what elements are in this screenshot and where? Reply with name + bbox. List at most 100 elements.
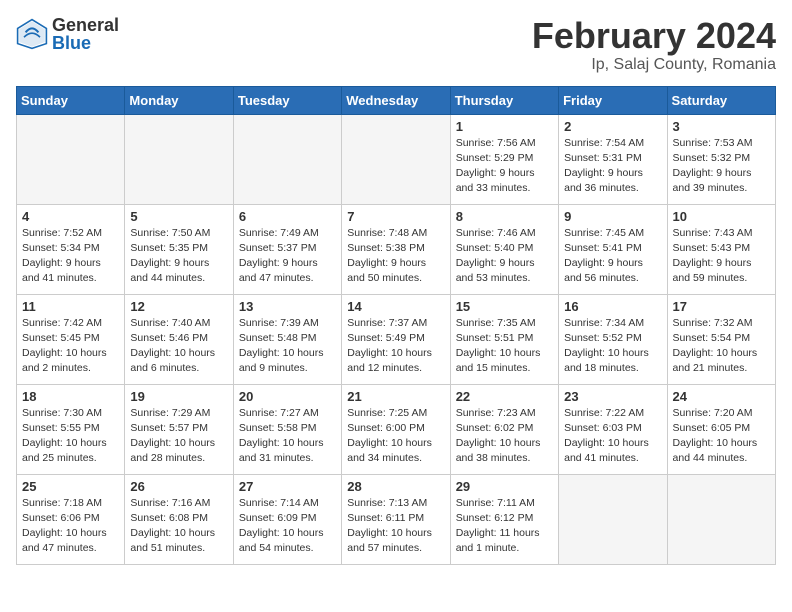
calendar-cell: 2 Sunrise: 7:54 AM Sunset: 5:31 PM Daylig… (559, 114, 667, 204)
day-info: Sunrise: 7:32 AM Sunset: 5:54 PM Dayligh… (673, 316, 770, 377)
day-number: 25 (22, 479, 119, 494)
col-header-tuesday: Tuesday (233, 86, 341, 114)
day-number: 8 (456, 209, 553, 224)
day-number: 6 (239, 209, 336, 224)
calendar-cell (125, 114, 233, 204)
day-info: Sunrise: 7:37 AM Sunset: 5:49 PM Dayligh… (347, 316, 444, 377)
calendar-cell: 19 Sunrise: 7:29 AM Sunset: 5:57 PM Dayli… (125, 384, 233, 474)
day-info: Sunrise: 7:20 AM Sunset: 6:05 PM Dayligh… (673, 406, 770, 467)
calendar-cell: 24 Sunrise: 7:20 AM Sunset: 6:05 PM Dayli… (667, 384, 775, 474)
month-title: February 2024 (532, 16, 776, 56)
calendar-table: SundayMondayTuesdayWednesdayThursdayFrid… (16, 86, 776, 565)
calendar-cell: 27 Sunrise: 7:14 AM Sunset: 6:09 PM Dayli… (233, 474, 341, 564)
calendar-cell: 26 Sunrise: 7:16 AM Sunset: 6:08 PM Dayli… (125, 474, 233, 564)
calendar-cell (17, 114, 125, 204)
calendar-cell: 16 Sunrise: 7:34 AM Sunset: 5:52 PM Dayli… (559, 294, 667, 384)
day-info: Sunrise: 7:14 AM Sunset: 6:09 PM Dayligh… (239, 496, 336, 557)
day-number: 19 (130, 389, 227, 404)
col-header-wednesday: Wednesday (342, 86, 450, 114)
calendar-cell (559, 474, 667, 564)
day-info: Sunrise: 7:34 AM Sunset: 5:52 PM Dayligh… (564, 316, 661, 377)
day-info: Sunrise: 7:56 AM Sunset: 5:29 PM Dayligh… (456, 136, 553, 197)
day-number: 14 (347, 299, 444, 314)
logo-general: General (52, 16, 119, 34)
day-info: Sunrise: 7:29 AM Sunset: 5:57 PM Dayligh… (130, 406, 227, 467)
logo-icon (16, 18, 48, 50)
day-info: Sunrise: 7:27 AM Sunset: 5:58 PM Dayligh… (239, 406, 336, 467)
day-number: 18 (22, 389, 119, 404)
calendar-cell: 29 Sunrise: 7:11 AM Sunset: 6:12 PM Dayli… (450, 474, 558, 564)
day-info: Sunrise: 7:49 AM Sunset: 5:37 PM Dayligh… (239, 226, 336, 287)
day-number: 12 (130, 299, 227, 314)
calendar-cell: 9 Sunrise: 7:45 AM Sunset: 5:41 PM Daylig… (559, 204, 667, 294)
day-info: Sunrise: 7:25 AM Sunset: 6:00 PM Dayligh… (347, 406, 444, 467)
week-row-5: 25 Sunrise: 7:18 AM Sunset: 6:06 PM Dayli… (17, 474, 776, 564)
calendar-cell: 13Sunrise: 7:39 AM Sunset: 5:48 PM Dayli… (233, 294, 341, 384)
calendar-cell: 3 Sunrise: 7:53 AM Sunset: 5:32 PM Daylig… (667, 114, 775, 204)
calendar-cell: 28 Sunrise: 7:13 AM Sunset: 6:11 PM Dayli… (342, 474, 450, 564)
calendar-cell (667, 474, 775, 564)
day-number: 5 (130, 209, 227, 224)
col-header-monday: Monday (125, 86, 233, 114)
calendar-cell: 10 Sunrise: 7:43 AM Sunset: 5:43 PM Dayli… (667, 204, 775, 294)
day-info: Sunrise: 7:11 AM Sunset: 6:12 PM Dayligh… (456, 496, 553, 557)
calendar-cell: 15Sunrise: 7:35 AM Sunset: 5:51 PM Dayli… (450, 294, 558, 384)
day-number: 29 (456, 479, 553, 494)
calendar-cell: 14 Sunrise: 7:37 AM Sunset: 5:49 PM Dayli… (342, 294, 450, 384)
logo: General Blue (16, 16, 119, 52)
calendar-header-row: SundayMondayTuesdayWednesdayThursdayFrid… (17, 86, 776, 114)
day-number: 9 (564, 209, 661, 224)
day-info: Sunrise: 7:30 AM Sunset: 5:55 PM Dayligh… (22, 406, 119, 467)
calendar-cell: 25 Sunrise: 7:18 AM Sunset: 6:06 PM Dayli… (17, 474, 125, 564)
day-number: 1 (456, 119, 553, 134)
week-row-2: 4Sunrise: 7:52 AM Sunset: 5:34 PM Daylig… (17, 204, 776, 294)
calendar-cell: 20 Sunrise: 7:27 AM Sunset: 5:58 PM Dayli… (233, 384, 341, 474)
day-number: 23 (564, 389, 661, 404)
calendar-cell: 12Sunrise: 7:40 AM Sunset: 5:46 PM Dayli… (125, 294, 233, 384)
day-number: 16 (564, 299, 661, 314)
day-info: Sunrise: 7:16 AM Sunset: 6:08 PM Dayligh… (130, 496, 227, 557)
day-info: Sunrise: 7:42 AM Sunset: 5:45 PM Dayligh… (22, 316, 119, 377)
day-number: 10 (673, 209, 770, 224)
day-info: Sunrise: 7:45 AM Sunset: 5:41 PM Dayligh… (564, 226, 661, 287)
week-row-4: 18 Sunrise: 7:30 AM Sunset: 5:55 PM Dayli… (17, 384, 776, 474)
col-header-friday: Friday (559, 86, 667, 114)
day-number: 2 (564, 119, 661, 134)
day-number: 15 (456, 299, 553, 314)
day-info: Sunrise: 7:23 AM Sunset: 6:02 PM Dayligh… (456, 406, 553, 467)
col-header-sunday: Sunday (17, 86, 125, 114)
day-info: Sunrise: 7:43 AM Sunset: 5:43 PM Dayligh… (673, 226, 770, 287)
day-number: 17 (673, 299, 770, 314)
day-number: 21 (347, 389, 444, 404)
calendar-cell: 22 Sunrise: 7:23 AM Sunset: 6:02 PM Dayli… (450, 384, 558, 474)
day-info: Sunrise: 7:18 AM Sunset: 6:06 PM Dayligh… (22, 496, 119, 557)
day-info: Sunrise: 7:53 AM Sunset: 5:32 PM Dayligh… (673, 136, 770, 197)
day-number: 3 (673, 119, 770, 134)
day-number: 7 (347, 209, 444, 224)
logo-blue: Blue (52, 34, 119, 52)
day-number: 27 (239, 479, 336, 494)
day-info: Sunrise: 7:22 AM Sunset: 6:03 PM Dayligh… (564, 406, 661, 467)
calendar-cell: 17 Sunrise: 7:32 AM Sunset: 5:54 PM Dayli… (667, 294, 775, 384)
calendar-cell: 11Sunrise: 7:42 AM Sunset: 5:45 PM Dayli… (17, 294, 125, 384)
calendar-cell (233, 114, 341, 204)
calendar-cell: 23 Sunrise: 7:22 AM Sunset: 6:03 PM Dayli… (559, 384, 667, 474)
day-number: 24 (673, 389, 770, 404)
calendar-cell: 21 Sunrise: 7:25 AM Sunset: 6:00 PM Dayli… (342, 384, 450, 474)
week-row-1: 1 Sunrise: 7:56 AM Sunset: 5:29 PM Daylig… (17, 114, 776, 204)
col-header-saturday: Saturday (667, 86, 775, 114)
calendar-cell: 8 Sunrise: 7:46 AM Sunset: 5:40 PM Daylig… (450, 204, 558, 294)
day-number: 20 (239, 389, 336, 404)
calendar-cell: 4Sunrise: 7:52 AM Sunset: 5:34 PM Daylig… (17, 204, 125, 294)
day-info: Sunrise: 7:13 AM Sunset: 6:11 PM Dayligh… (347, 496, 444, 557)
day-info: Sunrise: 7:46 AM Sunset: 5:40 PM Dayligh… (456, 226, 553, 287)
calendar-cell: 7Sunrise: 7:48 AM Sunset: 5:38 PM Daylig… (342, 204, 450, 294)
day-number: 26 (130, 479, 227, 494)
calendar-cell: 18 Sunrise: 7:30 AM Sunset: 5:55 PM Dayli… (17, 384, 125, 474)
day-number: 22 (456, 389, 553, 404)
calendar-cell (342, 114, 450, 204)
day-info: Sunrise: 7:54 AM Sunset: 5:31 PM Dayligh… (564, 136, 661, 197)
week-row-3: 11Sunrise: 7:42 AM Sunset: 5:45 PM Dayli… (17, 294, 776, 384)
day-info: Sunrise: 7:52 AM Sunset: 5:34 PM Dayligh… (22, 226, 119, 287)
day-number: 28 (347, 479, 444, 494)
